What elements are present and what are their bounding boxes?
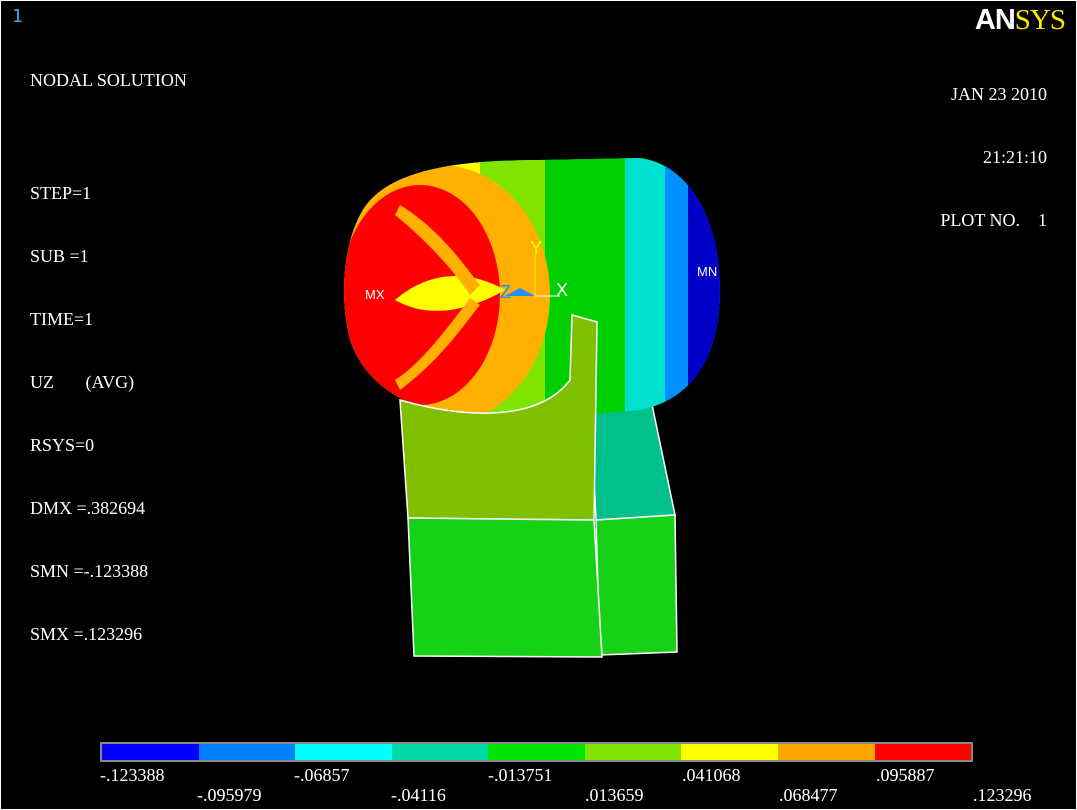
model-contour-plot	[344, 158, 720, 658]
legend-swatch	[584, 744, 682, 760]
axis-z-label: Z	[500, 282, 511, 302]
legend-swatch	[681, 744, 778, 760]
max-marker: MX	[365, 287, 385, 302]
legend-swatch	[198, 744, 296, 760]
legend-swatch	[295, 744, 392, 760]
legend-swatch	[391, 744, 489, 760]
legend-swatch	[488, 744, 585, 760]
axis-x-label: X	[556, 280, 569, 300]
rear-bracket	[589, 394, 678, 656]
min-marker: MN	[697, 264, 718, 279]
legend-swatch	[874, 744, 972, 760]
legend-swatch	[777, 744, 875, 760]
legend-swatch	[102, 744, 199, 760]
axis-y-label: Y	[530, 238, 543, 258]
contour-legend-bar	[100, 742, 973, 762]
